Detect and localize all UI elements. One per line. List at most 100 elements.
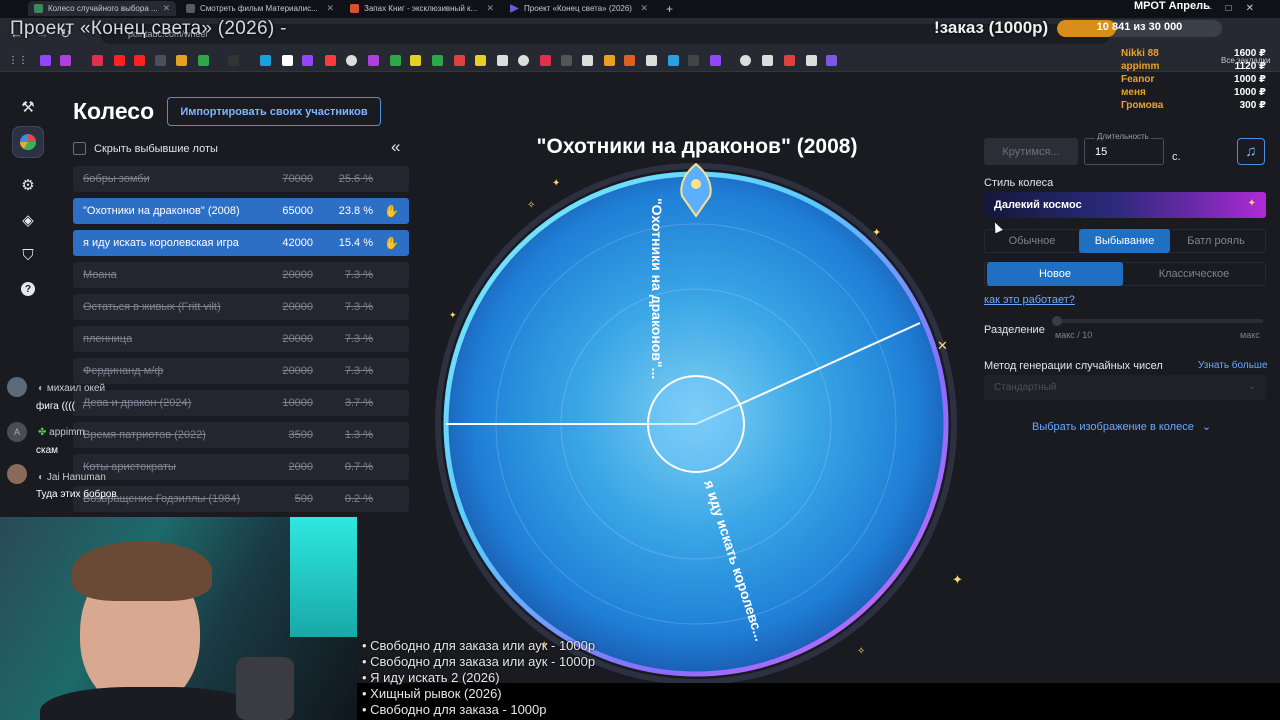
sparkle-icon: ✦ bbox=[952, 572, 962, 587]
bookmark-icon[interactable] bbox=[826, 55, 837, 66]
lot-percent: 7.3 % bbox=[344, 269, 373, 281]
bookmark-icon[interactable] bbox=[302, 55, 313, 66]
lot-row[interactable]: Коты аристократы 2000 0.7 % bbox=[73, 454, 409, 480]
bookmark-icon[interactable] bbox=[134, 55, 145, 66]
collapse-panel-button[interactable]: « bbox=[391, 137, 400, 157]
wheel-style-select[interactable]: Далекий космос ✦ bbox=[984, 192, 1266, 218]
bookmark-icon[interactable] bbox=[497, 55, 508, 66]
auction-hammer-icon[interactable]: ⚒ bbox=[12, 91, 44, 123]
bookmark-icon[interactable] bbox=[740, 55, 751, 66]
bookmark-icon[interactable] bbox=[410, 55, 421, 66]
duration-field[interactable]: Длительность 15 bbox=[1084, 132, 1164, 165]
rng-value: Стандартный bbox=[994, 382, 1057, 393]
bookmark-icon[interactable] bbox=[475, 55, 486, 66]
split-slider-thumb[interactable] bbox=[1052, 316, 1062, 326]
window-controls: –□✕ bbox=[1206, 3, 1268, 14]
layers-icon[interactable]: ◈ bbox=[12, 204, 44, 236]
bookmark-icon[interactable] bbox=[688, 55, 699, 66]
bookmark-icon[interactable] bbox=[346, 55, 357, 66]
mode-option[interactable]: Обычное bbox=[993, 229, 1071, 253]
wheel-hub bbox=[647, 375, 745, 473]
close-icon[interactable]: ✕ bbox=[640, 3, 648, 14]
bookmark-icon[interactable] bbox=[155, 55, 166, 66]
bookmark-icon[interactable] bbox=[92, 55, 103, 66]
new-tab-button[interactable]: + bbox=[660, 1, 680, 16]
choose-image-link[interactable]: Выбрать изображение в колесе ⌄ bbox=[1032, 420, 1211, 433]
hand-icon[interactable]: ✋ bbox=[384, 204, 399, 218]
close-icon[interactable]: ✕ bbox=[486, 3, 494, 14]
bookmarks-bar: ⋮⋮ Все закладки bbox=[0, 50, 1280, 112]
bookmark-icon[interactable] bbox=[784, 55, 795, 66]
lot-name: Время патриотов (2022) bbox=[83, 429, 206, 441]
lot-row[interactable]: Время патриотов (2022) 3500 1.3 % bbox=[73, 422, 409, 448]
split-slider-track[interactable] bbox=[1052, 316, 1263, 326]
bookmark-icon[interactable] bbox=[198, 55, 209, 66]
bookmark-icon[interactable] bbox=[368, 55, 379, 66]
bookmark-icon[interactable] bbox=[228, 55, 239, 66]
tab-project[interactable]: Проект «Конец света» (2026) ✕ bbox=[504, 1, 654, 16]
tab-wheel[interactable]: Колесо случайного выбора ... ✕ bbox=[28, 1, 176, 16]
how-it-works-link[interactable]: как это работает? bbox=[984, 294, 1075, 306]
choose-image-text: Выбрать изображение в колесе bbox=[1032, 421, 1194, 433]
close-icon[interactable]: ✕ bbox=[163, 3, 171, 14]
tab-books[interactable]: Запах Книг - эксклюзивный к... ✕ bbox=[344, 1, 500, 16]
import-participants-button[interactable]: Импортировать своих участников bbox=[167, 97, 381, 126]
apps-grid-icon[interactable]: ⋮⋮ bbox=[8, 55, 28, 66]
chevron-down-icon: ⌄ bbox=[1247, 381, 1256, 392]
bookmark-icon[interactable] bbox=[114, 55, 125, 66]
clover-icon: ✤ bbox=[38, 427, 50, 438]
help-icon[interactable]: ? bbox=[12, 273, 44, 305]
lot-row[interactable]: "Охотники на драконов" (2008) 65000 23.8 %… bbox=[73, 198, 409, 224]
duration-value: 15 bbox=[1095, 146, 1108, 158]
lot-row[interactable]: я иду искать королевская игра 42000 15.4 %… bbox=[73, 230, 409, 256]
bookmark-icon[interactable] bbox=[40, 55, 51, 66]
lot-row[interactable]: Дева и дракон (2024) 10000 3.7 % bbox=[73, 390, 409, 416]
bookmark-icon[interactable] bbox=[624, 55, 635, 66]
spin-button[interactable]: Крутимся... bbox=[984, 138, 1078, 165]
tab-film[interactable]: Смотреть фильм Материалис... ✕ bbox=[180, 1, 340, 16]
variant-option[interactable]: Новое bbox=[987, 262, 1123, 286]
lot-row[interactable]: Фердинанд м/ф 20000 7.3 % bbox=[73, 358, 409, 384]
lot-name: Моана bbox=[83, 269, 117, 281]
wheel[interactable]: ✦ ✧ ✦ ✕ ✦ ✦ ✧ ✦ "Охотники на драконов"..… bbox=[432, 150, 962, 690]
lot-row[interactable]: Моана 20000 7.3 % bbox=[73, 262, 409, 288]
close-icon[interactable]: ✕ bbox=[326, 3, 334, 14]
lot-row[interactable]: бобры зомби 70000 25.6 % bbox=[73, 166, 409, 192]
bookmark-icon[interactable] bbox=[325, 55, 336, 66]
rng-select[interactable]: Стандартный ⌄ bbox=[984, 375, 1266, 400]
bookmark-icon[interactable] bbox=[60, 55, 71, 66]
bookmark-icon[interactable] bbox=[561, 55, 572, 66]
bookmark-icon[interactable] bbox=[518, 55, 529, 66]
hide-eliminated-checkbox[interactable] bbox=[73, 142, 86, 155]
bookmark-icon[interactable] bbox=[390, 55, 401, 66]
lot-row[interactable]: Возвращение Годзиллы (1984) 500 0.2 % bbox=[73, 486, 409, 512]
goal-title: МРОТ Апрель bbox=[1134, 0, 1210, 12]
bookmark-icon[interactable] bbox=[646, 55, 657, 66]
lot-row[interactable]: Остаться в живых (Fritt vilt) 20000 7.3 % bbox=[73, 294, 409, 320]
bookmark-icon[interactable] bbox=[710, 55, 721, 66]
mode-option[interactable]: Батл рояль bbox=[1169, 229, 1263, 253]
bookmark-icon[interactable] bbox=[604, 55, 615, 66]
rng-learn-more-link[interactable]: Узнать больше bbox=[1198, 360, 1268, 371]
lot-percent: 0.7 % bbox=[344, 461, 373, 473]
settings-gear-icon[interactable]: ⚙ bbox=[12, 169, 44, 201]
variant-option[interactable]: Классическое bbox=[1126, 262, 1262, 286]
bookmark-icon[interactable] bbox=[668, 55, 679, 66]
bookmark-icon[interactable] bbox=[176, 55, 187, 66]
bookmark-icon[interactable] bbox=[582, 55, 593, 66]
bookmark-icon[interactable] bbox=[540, 55, 551, 66]
wheel-icon[interactable] bbox=[12, 126, 44, 158]
bookmark-icon[interactable] bbox=[432, 55, 443, 66]
film-favicon-icon bbox=[186, 4, 195, 13]
hand-icon[interactable]: ✋ bbox=[384, 236, 399, 250]
mode-option[interactable]: Выбывание bbox=[1079, 229, 1170, 253]
lot-row[interactable]: пленница 20000 7.3 % bbox=[73, 326, 409, 352]
music-note-icon[interactable]: ♫ bbox=[1237, 138, 1265, 165]
tab-title: Запах Книг - эксклюзивный к... bbox=[364, 4, 478, 13]
bookmark-icon[interactable] bbox=[806, 55, 817, 66]
bookmark-icon[interactable] bbox=[762, 55, 773, 66]
bookmark-icon[interactable] bbox=[282, 55, 293, 66]
bookmark-icon[interactable] bbox=[260, 55, 271, 66]
bookmark-icon[interactable] bbox=[454, 55, 465, 66]
shield-icon[interactable]: ⛉ bbox=[12, 239, 44, 271]
